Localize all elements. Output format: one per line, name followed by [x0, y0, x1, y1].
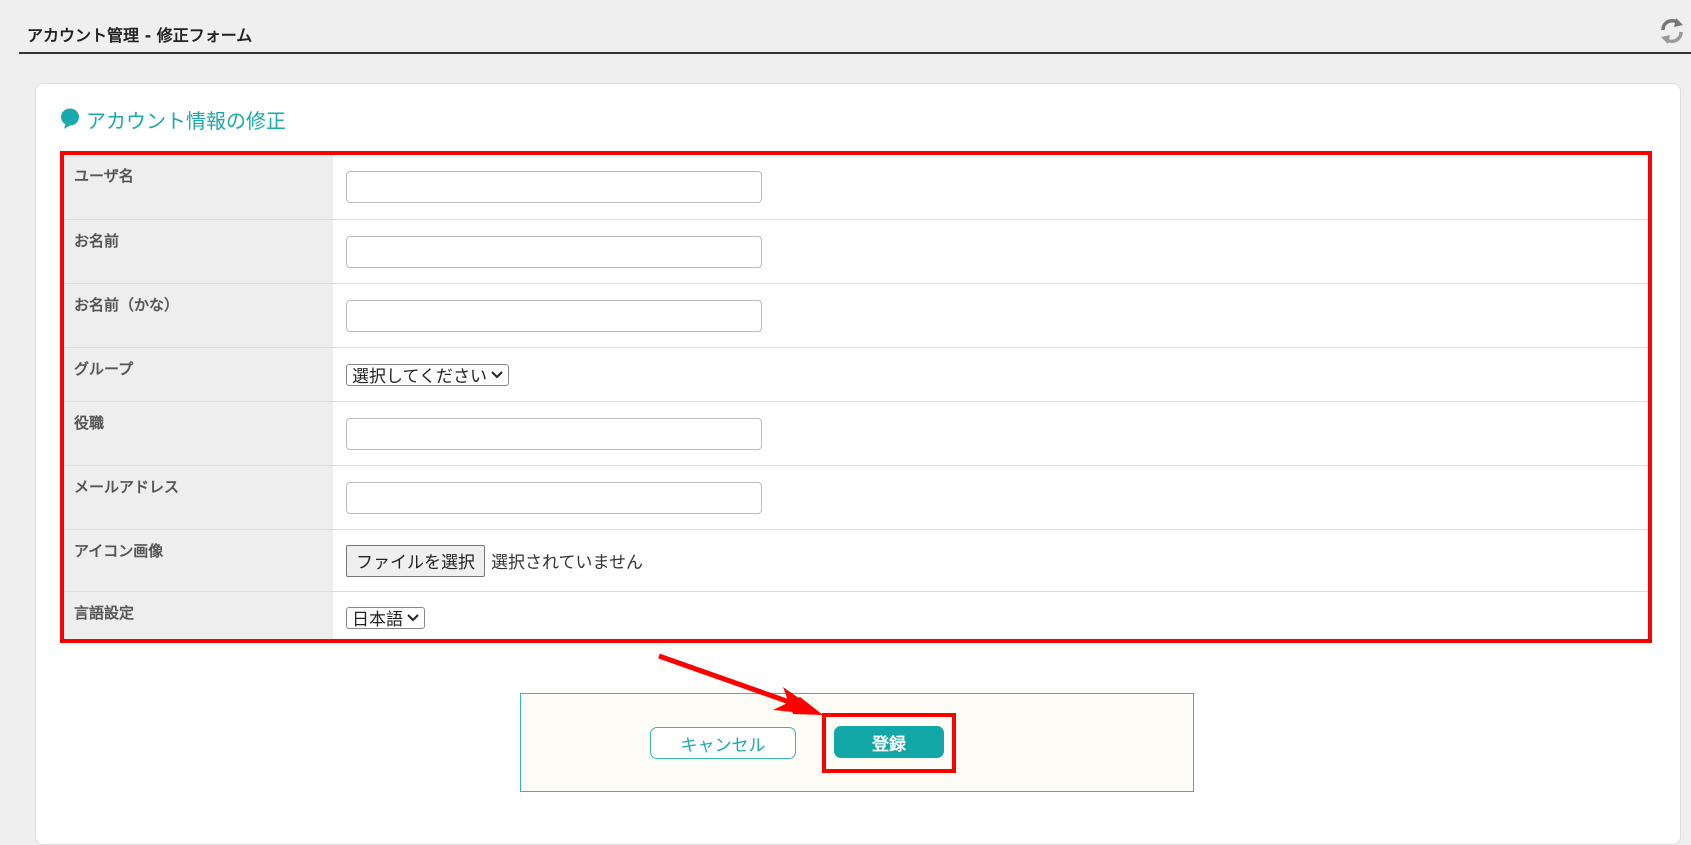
file-select-button[interactable]: ファイルを選択	[346, 544, 485, 577]
form-row-position: 役職	[64, 402, 1648, 466]
field-label: 言語設定	[64, 592, 333, 643]
submit-highlight-box	[822, 713, 956, 773]
field-label: アイコン画像	[64, 530, 333, 591]
form-row-email: メールアドレス	[64, 466, 1648, 530]
field-label: ユーザ名	[64, 155, 333, 219]
form-row-group: グループ 選択してください	[64, 348, 1648, 402]
group-select-value: 選択してください	[352, 367, 487, 387]
field-label: メールアドレス	[64, 466, 333, 529]
language-select-value: 日本語	[352, 610, 403, 630]
page-header: アカウント管理 - 修正フォーム	[19, 0, 1691, 54]
cancel-button[interactable]: キャンセル	[650, 727, 796, 759]
username-input[interactable]	[346, 171, 762, 203]
email-input[interactable]	[346, 481, 762, 514]
account-form: ユーザ名 お名前 お名前（かな） グループ 選択してください 役職 メールアドレ…	[64, 155, 1648, 643]
section-heading: アカウント情報の修正	[60, 104, 286, 134]
speech-bubble-icon	[61, 108, 79, 129]
chevron-down-icon	[491, 370, 503, 378]
form-row-icon-image: アイコン画像 ファイルを選択 選択されていません	[64, 530, 1648, 592]
form-row-name-kana: お名前（かな）	[64, 284, 1648, 348]
group-select[interactable]: 選択してください	[346, 363, 509, 387]
form-row-username: ユーザ名	[64, 155, 1648, 220]
field-label: 役職	[64, 402, 333, 465]
name-input[interactable]	[346, 235, 762, 268]
form-row-language: 言語設定 日本語	[64, 592, 1648, 643]
form-row-name: お名前	[64, 220, 1648, 284]
position-input[interactable]	[346, 417, 762, 450]
refresh-icon[interactable]	[1657, 16, 1687, 46]
field-label: お名前（かな）	[64, 284, 333, 347]
arrow-annotation	[658, 653, 823, 715]
file-status: 選択されていません	[491, 553, 643, 573]
name-kana-input[interactable]	[346, 299, 762, 332]
chevron-down-icon	[407, 613, 419, 621]
section-title: アカウント情報の修正	[86, 108, 286, 133]
field-label: グループ	[64, 348, 333, 401]
page-title: アカウント管理 - 修正フォーム	[27, 26, 253, 45]
field-label: お名前	[64, 220, 333, 283]
language-select[interactable]: 日本語	[346, 606, 425, 630]
